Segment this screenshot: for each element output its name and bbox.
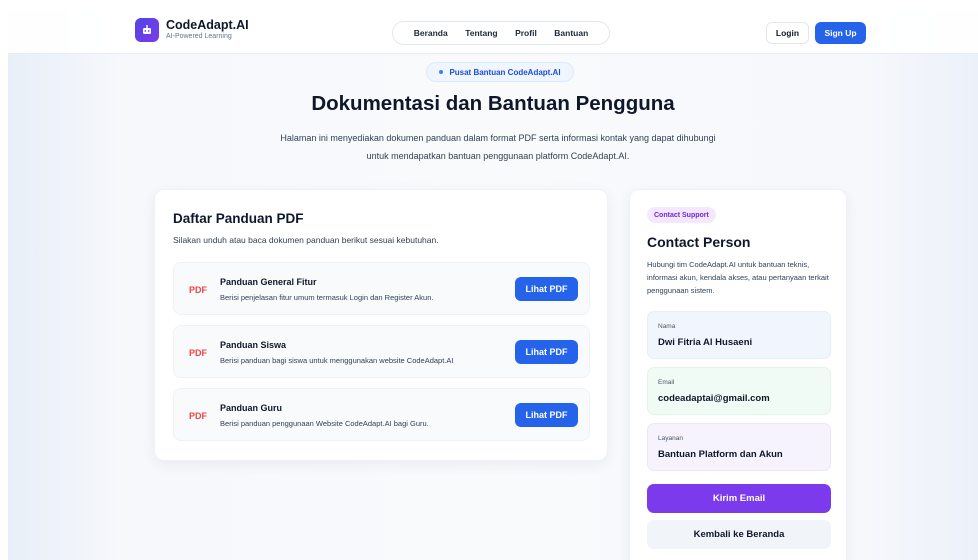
nav-item-tentang[interactable]: Tentang bbox=[465, 28, 497, 38]
view-pdf-button[interactable]: Lihat PDF bbox=[515, 403, 578, 427]
contact-title: Contact Person bbox=[647, 234, 751, 250]
send-email-button[interactable]: Kirim Email bbox=[647, 484, 831, 513]
guide-item-guru: PDF Panduan Guru Berisi panduan pengguna… bbox=[173, 388, 590, 441]
guides-title: Daftar Panduan PDF bbox=[173, 211, 304, 226]
contact-description: Hubungi tim CodeAdapt.AI untuk bantuan t… bbox=[647, 260, 829, 295]
guide-description: Berisi penjelasan fitur umum termasuk Lo… bbox=[220, 293, 434, 302]
brand-logo-icon bbox=[135, 18, 159, 42]
brand-name: CodeAdapt.AI bbox=[166, 18, 249, 32]
contact-email-label: Email bbox=[658, 379, 675, 386]
pdf-icon: PDF bbox=[189, 285, 207, 295]
contact-service-label: Layanan bbox=[658, 435, 683, 442]
contact-name-value: Dwi Fitria Al Husaeni bbox=[658, 337, 753, 348]
contact-service-box: Layanan Bantuan Platform dan Akun bbox=[647, 423, 831, 471]
login-button[interactable]: Login bbox=[766, 22, 809, 44]
guide-title: Panduan General Fitur bbox=[220, 277, 317, 287]
brand[interactable]: CodeAdapt.AI AI-Powered Learning bbox=[135, 18, 249, 42]
contact-name-label: Nama bbox=[658, 323, 676, 330]
view-pdf-button[interactable]: Lihat PDF bbox=[515, 340, 578, 364]
back-home-button[interactable]: Kembali ke Beranda bbox=[647, 520, 831, 549]
main-nav: Beranda Tentang Profil Bantuan bbox=[392, 21, 610, 45]
contact-email-box: Email codeadaptai@gmail.com bbox=[647, 367, 831, 415]
guide-item-general: PDF Panduan General Fitur Berisi penjela… bbox=[173, 262, 590, 315]
guides-subtitle: Silakan unduh atau baca dokumen panduan … bbox=[173, 235, 439, 245]
nav-item-profil[interactable]: Profil bbox=[515, 28, 537, 38]
guide-title: Panduan Siswa bbox=[220, 340, 287, 350]
pdf-guides-card: Daftar Panduan PDF Silakan unduh atau ba… bbox=[154, 189, 608, 461]
nav-item-bantuan[interactable]: Bantuan bbox=[554, 28, 588, 38]
page-description: Halaman ini menyediakan dokumen panduan … bbox=[280, 133, 716, 161]
nav-item-beranda[interactable]: Beranda bbox=[414, 28, 448, 38]
badge-dot-icon bbox=[439, 70, 444, 74]
pdf-icon: PDF bbox=[189, 348, 207, 358]
guide-description: Berisi panduan penggunaan Website CodeAd… bbox=[220, 419, 429, 428]
contact-card: Contact Support Contact Person Hubungi t… bbox=[629, 189, 847, 560]
guide-description: Berisi panduan bagi siswa untuk mengguna… bbox=[220, 356, 454, 365]
guide-item-siswa: PDF Panduan Siswa Berisi panduan bagi si… bbox=[173, 325, 590, 378]
brand-tagline: AI-Powered Learning bbox=[166, 33, 232, 40]
contact-service-value: Bantuan Platform dan Akun bbox=[658, 449, 783, 460]
help-center-badge-label: Pusat Bantuan CodeAdapt.AI bbox=[449, 67, 561, 77]
contact-email-value[interactable]: codeadaptai@gmail.com bbox=[658, 393, 770, 404]
top-navbar: CodeAdapt.AI AI-Powered Learning Beranda… bbox=[8, 10, 978, 54]
help-center-badge: Pusat Bantuan CodeAdapt.AI bbox=[426, 62, 574, 82]
contact-name-box: Nama Dwi Fitria Al Husaeni bbox=[647, 311, 831, 359]
view-pdf-button[interactable]: Lihat PDF bbox=[515, 277, 578, 301]
signup-button[interactable]: Sign Up bbox=[815, 22, 866, 44]
page-title: Dokumentasi dan Bantuan Pengguna bbox=[311, 92, 675, 115]
contact-support-badge: Contact Support bbox=[647, 207, 716, 223]
guide-title: Panduan Guru bbox=[220, 403, 283, 413]
pdf-icon: PDF bbox=[189, 411, 207, 421]
page-background: CodeAdapt.AI AI-Powered Learning Beranda… bbox=[8, 10, 978, 560]
